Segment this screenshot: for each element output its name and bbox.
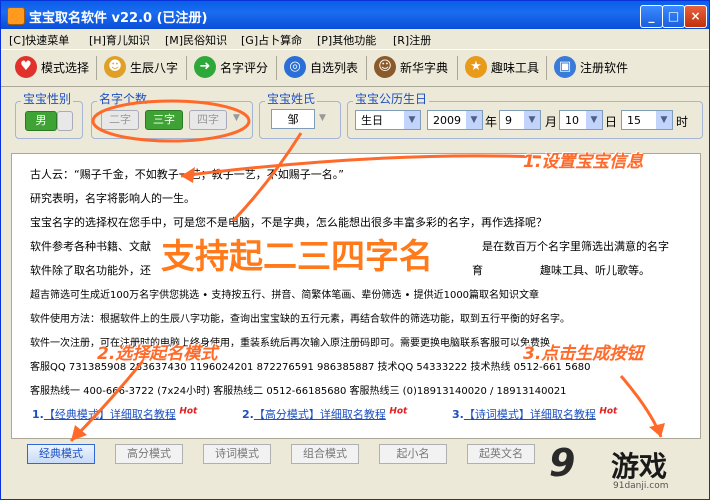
watermark-url: 91danji.com [613,481,669,491]
step-3-annotation: 3.点击生成按钮 [523,344,644,364]
app-window: 宝宝取名软件 v22.0 (已注册) _ □ × [C]快速菜单 [H]育儿知识… [0,0,710,500]
feature-banner: 支持起二三四字名 [161,237,433,277]
arrow-line [69,350,153,443]
arrow-head [649,423,665,437]
arrow-line [231,132,303,223]
arrow-line [180,154,542,178]
arrow-head [181,167,195,183]
watermark-name: 游戏 [611,450,668,483]
step-1-annotation: 1.设置宝宝信息 [523,152,644,172]
highlight-ellipse [91,99,251,143]
watermark-logo: 9 [549,441,576,485]
step-2-annotation: 2.选择起名模式 [97,344,218,364]
site-watermark: 9 游戏 91danji.com [549,439,709,499]
